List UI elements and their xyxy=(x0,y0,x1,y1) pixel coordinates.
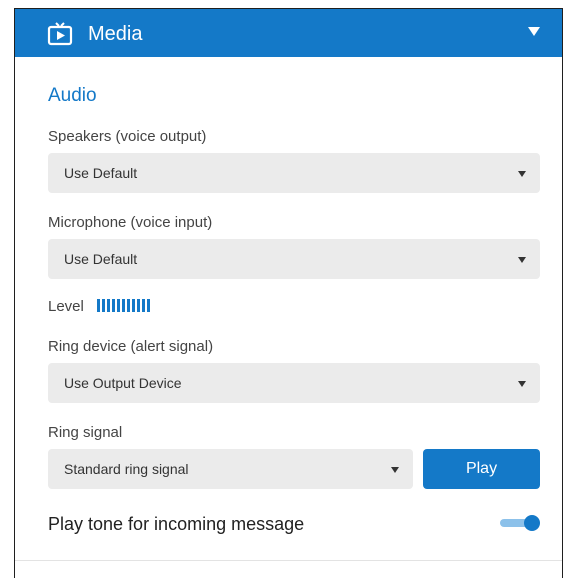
level-bar xyxy=(147,299,150,312)
play-button[interactable]: Play xyxy=(423,449,540,489)
level-meter xyxy=(97,299,150,312)
incoming-tone-toggle[interactable] xyxy=(500,515,542,531)
level-bar xyxy=(132,299,135,312)
speakers-value: Use Default xyxy=(64,165,138,181)
level-bar xyxy=(97,299,100,312)
toggle-knob xyxy=(524,515,540,531)
dropdown-arrow-icon xyxy=(518,381,526,387)
level-bar xyxy=(112,299,115,312)
level-bar xyxy=(122,299,125,312)
microphone-value: Use Default xyxy=(64,251,138,267)
level-bar xyxy=(127,299,130,312)
level-label: Level xyxy=(48,298,84,315)
level-bar xyxy=(117,299,120,312)
speakers-label: Speakers (voice output) xyxy=(48,128,207,145)
ring-signal-label: Ring signal xyxy=(48,424,123,441)
dropdown-arrow-icon xyxy=(518,257,526,263)
panel-title: Media xyxy=(88,23,143,45)
ring-signal-value: Standard ring signal xyxy=(64,461,189,477)
ring-signal-select[interactable]: Standard ring signal xyxy=(48,449,413,489)
tv-icon xyxy=(47,22,73,46)
incoming-tone-label: Play tone for incoming message xyxy=(48,514,305,534)
section-title-audio: Audio xyxy=(48,85,97,106)
level-bar xyxy=(137,299,140,312)
media-settings-panel: Media Audio Speakers (voice output) Use … xyxy=(14,8,563,578)
dropdown-arrow-icon xyxy=(518,171,526,177)
ring-device-label: Ring device (alert signal) xyxy=(48,338,214,355)
speakers-select[interactable]: Use Default xyxy=(48,153,540,193)
media-header[interactable]: Media xyxy=(15,9,562,57)
level-bar xyxy=(102,299,105,312)
ring-device-select[interactable]: Use Output Device xyxy=(48,363,540,403)
ring-device-value: Use Output Device xyxy=(64,375,182,391)
microphone-select[interactable]: Use Default xyxy=(48,239,540,279)
chevron-down-icon[interactable] xyxy=(528,27,540,36)
divider xyxy=(15,560,562,561)
microphone-label: Microphone (voice input) xyxy=(48,214,213,231)
level-bar xyxy=(107,299,110,312)
dropdown-arrow-icon xyxy=(391,467,399,473)
level-bar xyxy=(142,299,145,312)
